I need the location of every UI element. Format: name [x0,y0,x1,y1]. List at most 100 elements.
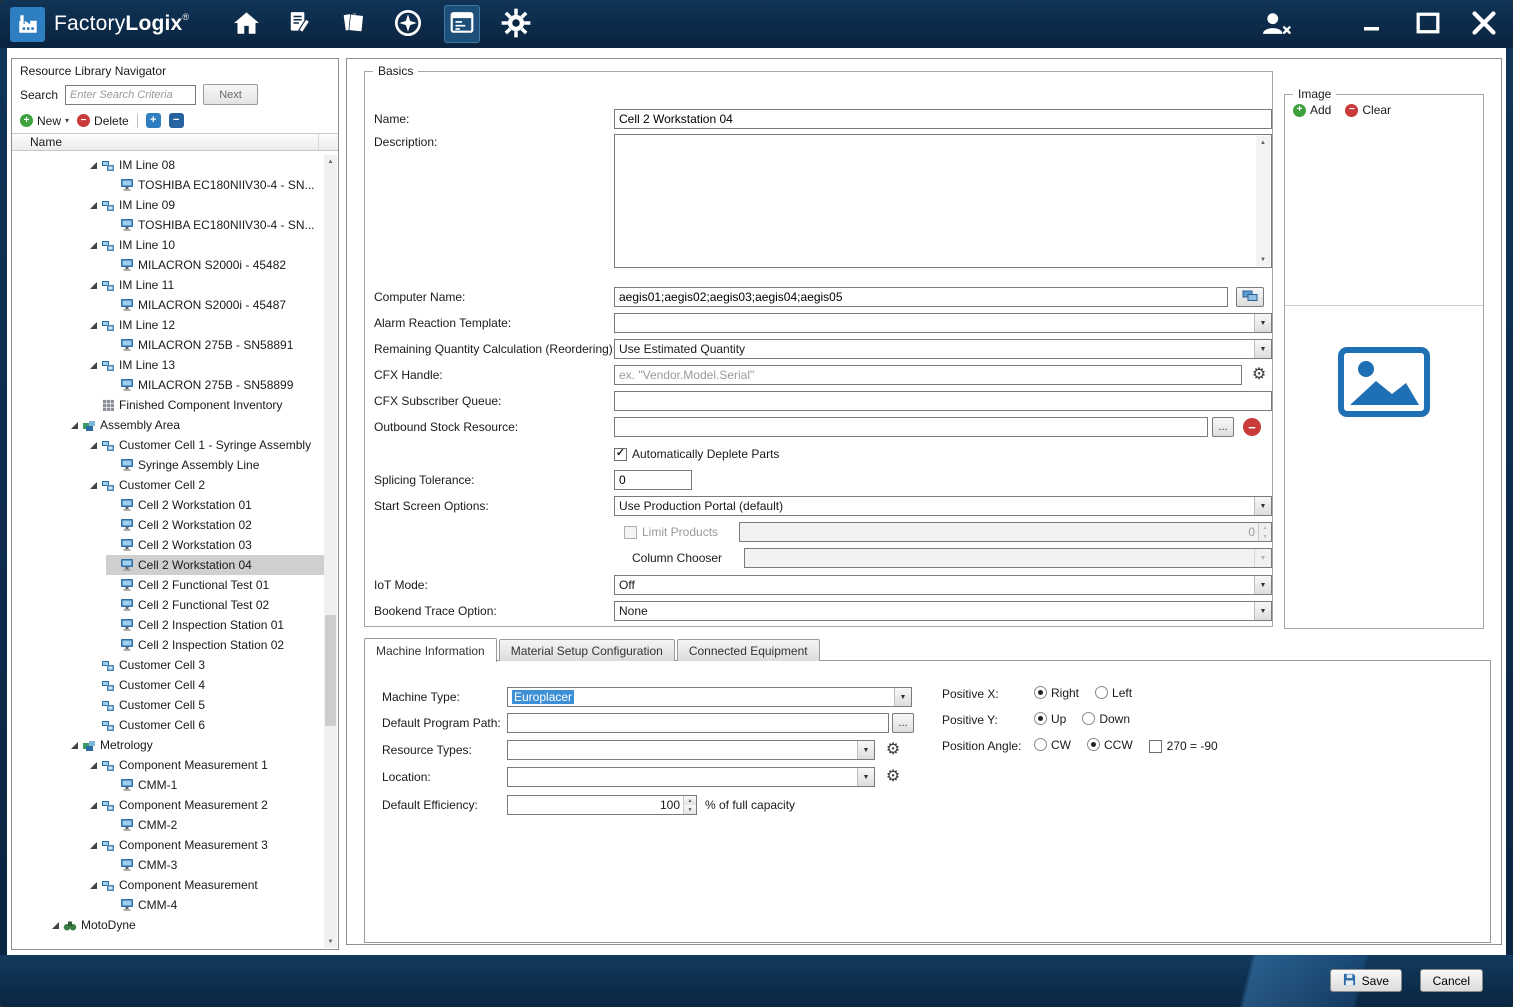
expander-expanded-icon[interactable] [87,841,100,850]
close-button[interactable] [1467,5,1501,43]
tab-connected-equipment[interactable]: Connected Equipment [677,639,820,661]
position-angle-radio-ccw[interactable]: CCW [1087,738,1133,752]
collapse-all-button[interactable]: − [169,113,184,128]
tree-item[interactable]: IM Line 09 [13,195,324,215]
outbound-stock-resource-input[interactable] [614,417,1208,437]
tree-item[interactable]: IM Line 13 [13,355,324,375]
spinner-buttons[interactable]: ▲▼ [1258,523,1271,541]
documents-button[interactable] [282,5,318,43]
scroll-down-icon[interactable]: ▼ [1256,253,1270,266]
tree-scrollbar[interactable]: ▲ ▼ [324,155,337,948]
expand-all-button[interactable]: + [146,113,161,128]
scroll-up-icon[interactable]: ▲ [324,155,337,168]
tree-item[interactable]: Customer Cell 3 [13,655,324,675]
remaining-quantity-select[interactable]: Use Estimated Quantity ▼ [614,339,1272,359]
start-screen-options-select[interactable]: Use Production Portal (default) ▼ [614,496,1272,516]
save-button[interactable]: Save [1330,969,1402,992]
expander-expanded-icon[interactable] [68,741,81,750]
resources-button[interactable] [444,5,480,43]
logout-user-button[interactable] [1259,5,1293,43]
cancel-button[interactable]: Cancel [1420,969,1483,992]
expander-expanded-icon[interactable] [87,481,100,490]
expander-expanded-icon[interactable] [87,321,100,330]
image-clear-button[interactable]: − Clear [1345,103,1391,117]
location-settings-button[interactable]: ⚙ [883,767,903,787]
tree-item[interactable]: IM Line 08 [13,155,324,175]
tree-item[interactable]: Customer Cell 2 [13,475,324,495]
expander-expanded-icon[interactable] [68,421,81,430]
tree-item[interactable]: TOSHIBA EC180NIIV30-4 - SN... [13,175,324,195]
expander-expanded-icon[interactable] [87,281,100,290]
tree-item[interactable]: Cell 2 Functional Test 02 [13,595,324,615]
tree-item[interactable]: Cell 2 Functional Test 01 [13,575,324,595]
tree-item[interactable]: Component Measurement [13,875,324,895]
tree-item[interactable]: Customer Cell 1 - Syringe Assembly [13,435,324,455]
name-input[interactable] [614,109,1272,129]
spin-up-icon[interactable]: ▲ [1259,523,1271,532]
expander-expanded-icon[interactable] [87,761,100,770]
tree-item[interactable]: CMM-1 [13,775,324,795]
scroll-up-icon[interactable]: ▲ [1256,136,1270,149]
image-add-button[interactable]: + Add [1293,103,1331,117]
cfx-handle-settings-button[interactable]: ⚙ [1249,365,1269,385]
description-textarea[interactable]: ▲ ▼ [614,134,1272,268]
tree-item[interactable]: MILACRON S2000i - 45482 [13,255,324,275]
alarm-reaction-template-select[interactable]: ▼ [614,313,1272,333]
tree-item[interactable]: Assembly Area [13,415,324,435]
computer-name-input[interactable] [614,287,1228,307]
tree-item[interactable]: CMM-2 [13,815,324,835]
position-angle-radio-cw[interactable]: CW [1034,738,1071,752]
delete-button[interactable]: − Delete [77,114,129,128]
tree-item[interactable]: Cell 2 Workstation 02 [13,515,324,535]
splicing-tolerance-input[interactable] [614,470,692,490]
minimize-button[interactable] [1355,5,1389,43]
tree-item[interactable]: MILACRON 275B - SN58899 [13,375,324,395]
tab-material-setup-configuration[interactable]: Material Setup Configuration [499,639,675,661]
tree-item[interactable]: CMM-3 [13,855,324,875]
bookend-trace-option-select[interactable]: None ▼ [614,601,1272,621]
limit-products-checkbox[interactable] [624,526,637,539]
tree-item[interactable]: Syringe Assembly Line [13,455,324,475]
scroll-down-icon[interactable]: ▼ [324,935,337,948]
next-button[interactable]: Next [203,84,258,105]
tree-scrollbar-thumb[interactable] [325,615,336,726]
tab-machine-information[interactable]: Machine Information [364,638,497,662]
program-path-browse-button[interactable]: ... [892,713,914,733]
cfx-subscriber-queue-input[interactable] [614,391,1272,411]
tree-item[interactable]: Metrology [13,735,324,755]
expander-expanded-icon[interactable] [87,881,100,890]
process-stack-button[interactable] [336,5,372,43]
remove-outbound-resource-button[interactable]: − [1243,418,1261,436]
angle-270-checkbox[interactable] [1149,740,1162,753]
resource-types-settings-button[interactable]: ⚙ [883,740,903,760]
expander-expanded-icon[interactable] [87,801,100,810]
tree-item[interactable]: Cell 2 Workstation 01 [13,495,324,515]
description-scrollbar[interactable]: ▲ ▼ [1256,136,1270,266]
expander-expanded-icon[interactable] [87,201,100,210]
tree-item[interactable]: Cell 2 Workstation 03 [13,535,324,555]
tree-item[interactable]: Component Measurement 3 [13,835,324,855]
tree-item[interactable]: Component Measurement 2 [13,795,324,815]
tree-item[interactable]: IM Line 12 [13,315,324,335]
machine-type-select[interactable]: Europlacer ▼ [507,687,912,707]
expander-expanded-icon[interactable] [87,241,100,250]
column-chooser-select[interactable]: ▼ [744,548,1272,568]
tree-item[interactable]: TOSHIBA EC180NIIV30-4 - SN... [13,215,324,235]
location-select[interactable]: ▼ [507,767,875,787]
spin-up-icon[interactable]: ▲ [684,796,696,805]
positive-y-radio-down[interactable]: Down [1082,712,1130,726]
expander-expanded-icon[interactable] [87,161,100,170]
maximize-button[interactable] [1411,5,1445,43]
default-efficiency-spinner[interactable]: 100 ▲▼ [507,795,697,815]
expander-expanded-icon[interactable] [49,921,62,930]
positive-x-radio-right[interactable]: Right [1034,686,1079,700]
tree-item[interactable]: IM Line 11 [13,275,324,295]
tree-column-header[interactable]: Name [12,133,338,151]
expander-expanded-icon[interactable] [87,361,100,370]
home-button[interactable] [228,5,264,43]
tree-item[interactable]: Customer Cell 4 [13,675,324,695]
default-program-path-input[interactable] [507,713,889,733]
npi-compass-button[interactable] [390,5,426,43]
tree-item[interactable]: CMM-4 [13,895,324,915]
tree-item[interactable]: Finished Component Inventory [13,395,324,415]
